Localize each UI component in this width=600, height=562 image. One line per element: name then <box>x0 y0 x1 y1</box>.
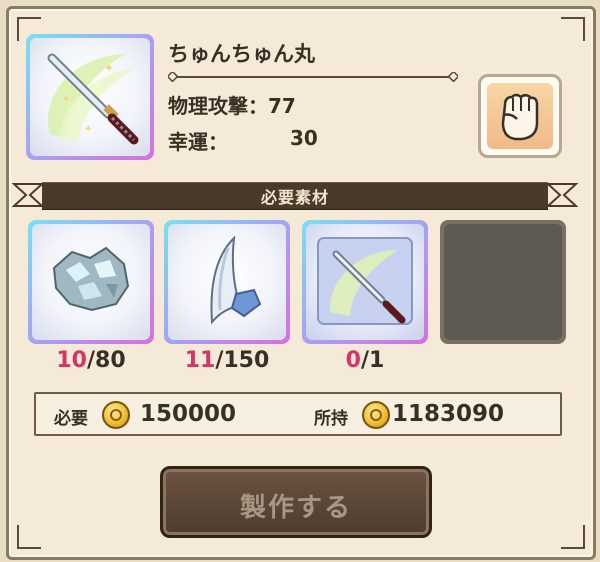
crystal-ore-icon <box>52 246 130 312</box>
equip-fist-button[interactable] <box>478 74 562 158</box>
stat-label: 物理攻撃： <box>168 94 268 118</box>
material-count-1: 10/80 <box>26 348 156 373</box>
gold-coin-icon <box>362 401 390 429</box>
required-count: /80 <box>86 348 126 373</box>
gold-coin-icon <box>102 401 130 429</box>
title-divider <box>168 72 458 82</box>
owned-count: 11 <box>184 348 216 373</box>
svg-text:✦: ✦ <box>104 61 114 75</box>
gold-cost-row: 必要 150000 所持 1183090 <box>34 392 562 436</box>
required-materials-banner: 必要素材 <box>12 180 578 210</box>
item-portrait: ✦ ✦ ✦ <box>26 34 154 160</box>
required-gold-value: 150000 <box>140 401 237 427</box>
owned-gold-value: 1183090 <box>392 401 505 427</box>
fist-icon <box>501 93 539 141</box>
claw-fang-icon <box>210 235 262 325</box>
material-slot-1[interactable] <box>28 220 154 344</box>
corner-ornament <box>561 17 585 41</box>
owned-count: 10 <box>56 348 87 373</box>
required-count: /150 <box>215 348 270 373</box>
stat-label: 幸運： <box>168 130 228 154</box>
svg-text:✦: ✦ <box>84 124 92 135</box>
craft-button[interactable]: 製作する <box>160 466 432 538</box>
owned-count: 0 <box>345 348 361 373</box>
material-slot-3[interactable] <box>302 220 428 344</box>
required-gold-label: 必要 <box>54 409 88 429</box>
section-title: 必要素材 <box>260 188 329 207</box>
katana-icon: ✦ ✦ ✦ <box>47 53 139 145</box>
stat-value: 30 <box>290 126 318 150</box>
corner-ornament <box>17 525 41 549</box>
stat-value: 77 <box>268 94 296 118</box>
material-slot-empty <box>440 220 566 344</box>
material-count-3: 0/1 <box>300 348 430 373</box>
corner-ornament <box>561 525 585 549</box>
item-name: ちゅんちゅん丸 <box>168 42 315 66</box>
craft-button-label: 製作する <box>239 493 352 523</box>
owned-gold-label: 所持 <box>314 409 348 429</box>
material-count-2: 11/150 <box>162 348 292 373</box>
svg-text:✦: ✦ <box>62 94 70 105</box>
material-slot-2[interactable] <box>164 220 290 344</box>
stat-physical-attack: 物理攻撃：77 <box>168 90 296 119</box>
katana-scroll-icon <box>317 237 413 325</box>
required-count: /1 <box>360 348 385 373</box>
banner-ornament-right <box>545 183 578 207</box>
stat-luck: 幸運： 30 <box>168 126 328 155</box>
